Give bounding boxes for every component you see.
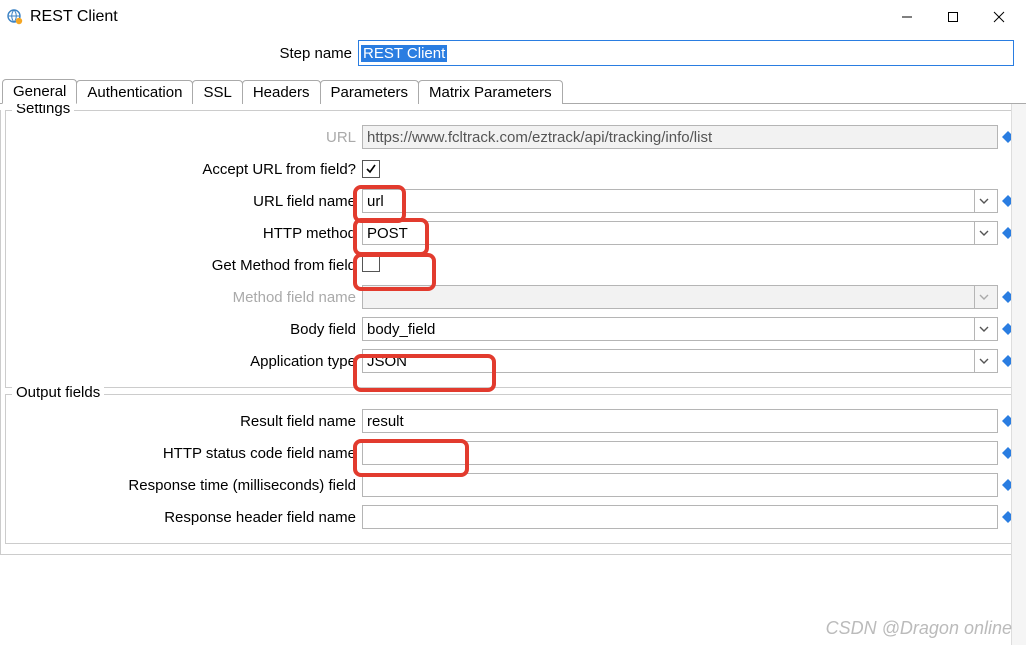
http-status-code-field-label: HTTP status code field name bbox=[6, 445, 362, 462]
tab-matrix-params[interactable]: Matrix Parameters bbox=[418, 80, 563, 104]
method-field-name-label: Method field name bbox=[6, 289, 362, 306]
url-input bbox=[362, 125, 998, 149]
body-field-select[interactable]: body_field bbox=[362, 317, 998, 341]
url-field-name-select[interactable]: url bbox=[362, 189, 998, 213]
application-type-select[interactable]: JSON bbox=[362, 349, 998, 373]
result-field-name-input[interactable] bbox=[362, 409, 998, 433]
tab-general[interactable]: General bbox=[2, 79, 77, 104]
window-titlebar: REST Client bbox=[0, 0, 1026, 34]
url-field-name-label: URL field name bbox=[6, 193, 362, 210]
tab-ssl[interactable]: SSL bbox=[192, 80, 242, 104]
step-name-label: Step name bbox=[12, 45, 358, 62]
body-field-label: Body field bbox=[6, 321, 362, 338]
tab-bar: General Authentication SSL Headers Param… bbox=[0, 78, 1026, 104]
chevron-down-icon bbox=[974, 222, 993, 244]
group-output-legend: Output fields bbox=[12, 384, 104, 401]
application-type-label: Application type bbox=[6, 353, 362, 370]
window-title: REST Client bbox=[30, 8, 118, 26]
response-header-field-input[interactable] bbox=[362, 505, 998, 529]
window-close-button[interactable] bbox=[976, 2, 1022, 32]
chevron-down-icon bbox=[974, 318, 993, 340]
response-time-field-label: Response time (milliseconds) field bbox=[6, 477, 362, 494]
http-method-label: HTTP method bbox=[6, 225, 362, 242]
chevron-down-icon bbox=[974, 190, 993, 212]
accept-url-label: Accept URL from field? bbox=[6, 161, 362, 178]
result-field-name-label: Result field name bbox=[6, 413, 362, 430]
group-settings: Settings URL Accept URL from field? URL … bbox=[5, 110, 1021, 388]
step-name-value: REST Client bbox=[361, 45, 447, 62]
tab-authentication[interactable]: Authentication bbox=[76, 80, 193, 104]
accept-url-checkbox[interactable] bbox=[362, 160, 380, 178]
http-status-code-field-input[interactable] bbox=[362, 441, 998, 465]
method-field-name-select bbox=[362, 285, 998, 309]
response-time-field-input[interactable] bbox=[362, 473, 998, 497]
response-header-field-label: Response header field name bbox=[6, 509, 362, 526]
chevron-down-icon bbox=[974, 350, 993, 372]
watermark: CSDN @Dragon online bbox=[826, 618, 1012, 639]
window-minimize-button[interactable] bbox=[884, 2, 930, 32]
tab-parameters[interactable]: Parameters bbox=[320, 80, 420, 104]
app-icon bbox=[6, 8, 24, 26]
http-method-select[interactable]: POST bbox=[362, 221, 998, 245]
vertical-scrollbar[interactable] bbox=[1011, 104, 1026, 645]
url-label: URL bbox=[6, 129, 362, 146]
chevron-down-icon bbox=[974, 286, 993, 308]
tab-headers[interactable]: Headers bbox=[242, 80, 321, 104]
window-maximize-button[interactable] bbox=[930, 2, 976, 32]
group-output-fields: Output fields Result field name HTTP sta… bbox=[5, 394, 1021, 544]
step-name-row: Step name REST Client bbox=[0, 34, 1026, 76]
get-method-from-field-label: Get Method from field bbox=[6, 257, 362, 274]
step-name-input[interactable]: REST Client bbox=[358, 40, 1014, 66]
get-method-from-field-checkbox[interactable] bbox=[362, 254, 380, 272]
tab-panel-general: Settings URL Accept URL from field? URL … bbox=[0, 110, 1026, 555]
